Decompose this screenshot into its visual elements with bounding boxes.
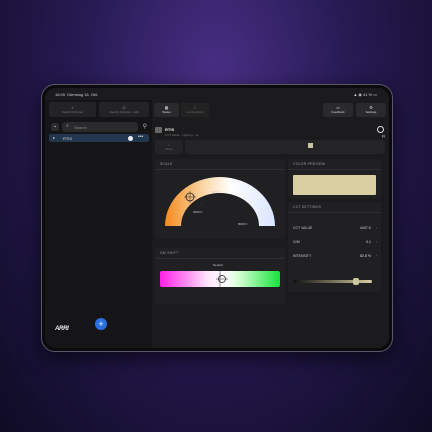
cct-value-row[interactable]: CCT VALUE 4447 K ›	[293, 226, 377, 230]
more-icon[interactable]: •••	[138, 134, 143, 140]
scale-tick: 5600 K	[211, 190, 221, 194]
status-time: 16:05 Dienstag 16. Okt.	[55, 92, 99, 97]
brand-logo: ARRI	[55, 326, 69, 332]
fixture-header: ▪ RTIS CCT Mode · Lighting · ca ▮▮	[152, 124, 389, 140]
intensity-row[interactable]: INTENSITY 82.8 % ›	[293, 254, 377, 258]
chevron-right-icon: ›	[375, 240, 377, 244]
settings-button[interactable]: ⚙ Settings	[356, 103, 386, 117]
color-preview-swatch	[293, 175, 376, 195]
scale-tick: 8000 K	[238, 222, 248, 226]
chevron-right-icon: ›	[375, 254, 377, 258]
intensity-handle[interactable]	[352, 278, 359, 285]
identify-fixtures-button[interactable]: ◎ Identify Fixtures · Edit	[99, 102, 149, 117]
cct-settings-panel: CCT SETTINGS CCT VALUE 4447 K › G/M 0.1 …	[288, 202, 381, 292]
fixture-icon: ▪	[155, 127, 162, 133]
status-bar: 16:05 Dienstag 16. Okt. ▲ ◉ 41 % ▭	[45, 88, 389, 100]
fixture-status-dot-icon	[128, 135, 133, 141]
tablet-device: 16:05 Dienstag 16. Okt. ▲ ◉ 41 % ▭ ⌕ Sea…	[41, 84, 393, 352]
filter-icon[interactable]: ⚲	[143, 123, 147, 130]
app-screen: 16:05 Dienstag 16. Okt. ▲ ◉ 41 % ▭ ⌕ Sea…	[45, 88, 389, 348]
cct-mode-button[interactable]	[185, 140, 385, 154]
fixture-list-item[interactable]: ▸ RTIS •••	[49, 134, 149, 142]
neutral-label: Neutral	[213, 263, 223, 267]
gm-shift-panel: GM SHIFT Neutral	[155, 248, 285, 304]
folder-icon[interactable]: ▪	[51, 123, 59, 131]
arc-marker	[200, 202, 204, 208]
search-row: ▪ ⌕ Search ⚲	[51, 122, 147, 132]
fixture-sidebar: ⌕ Search Fixtures ◎ Identify Fixtures · …	[45, 100, 152, 348]
fixture-subtitle: CCT Mode · Lighting · ca	[165, 133, 199, 137]
gm-shift-slider[interactable]	[160, 271, 280, 287]
scale-panel: SCALE 3000 K 5600 K 8000 K	[155, 159, 285, 239]
gm-shift-title: GM SHIFT	[160, 251, 179, 255]
top-toolbar: ▦ Status ≡ Configuration ▭ Feedback ⚙ Se…	[152, 100, 389, 120]
search-icon: ⌕	[66, 123, 69, 129]
add-fixture-button[interactable]: +	[95, 318, 107, 330]
signal-icon: ▮▮	[381, 134, 385, 138]
search-fixtures-button[interactable]: ⌕ Search Fixtures	[49, 102, 96, 117]
mode-bar: ○ Mode	[155, 140, 385, 154]
chevron-right-icon: ›	[375, 226, 377, 230]
gm-value-row[interactable]: G/M 0.1 ›	[293, 240, 377, 244]
feedback-button[interactable]: ▭ Feedback	[323, 103, 353, 117]
search-input[interactable]: ⌕ Search	[62, 122, 138, 132]
scale-tick: 3000 K	[193, 210, 203, 214]
status-indicators: ▲ ◉ 41 % ▭	[353, 92, 377, 97]
color-preview-title: COLOR PREVIEW	[293, 162, 326, 166]
configuration-button[interactable]: ≡ Configuration	[181, 103, 209, 117]
power-icon[interactable]	[377, 126, 384, 133]
fixture-name: RTIS	[165, 127, 175, 132]
expand-icon: ▸	[53, 135, 56, 140]
intensity-slider[interactable]	[293, 280, 372, 283]
color-swatch-icon	[308, 143, 313, 148]
cct-arc-slider[interactable]	[155, 159, 285, 239]
color-preview-panel: COLOR PREVIEW	[288, 159, 381, 199]
cct-settings-title: CCT SETTINGS	[293, 205, 322, 209]
mode-button[interactable]: ○ Mode	[155, 140, 183, 154]
status-button[interactable]: ▦ Status	[154, 103, 179, 117]
